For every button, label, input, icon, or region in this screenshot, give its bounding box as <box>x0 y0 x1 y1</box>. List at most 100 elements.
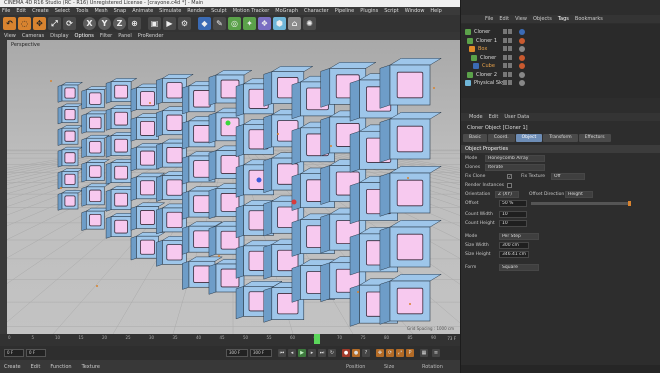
object-tag-icon[interactable] <box>519 80 525 86</box>
start-frame-field[interactable]: 0 F <box>4 349 24 357</box>
tab-basic[interactable]: Basic <box>463 134 487 142</box>
object-tag-icon[interactable] <box>519 37 525 44</box>
count-height-field[interactable]: 10 <box>499 220 527 227</box>
object-menu-edit[interactable]: Edit <box>499 16 509 22</box>
fix-texture-dropdown[interactable]: Off <box>551 173 585 180</box>
menu-item-file[interactable]: File <box>2 8 10 14</box>
playhead[interactable] <box>314 334 320 344</box>
render-view-icon[interactable]: ▣ <box>148 17 161 30</box>
object-row[interactable]: Physical Sky <box>461 79 660 87</box>
tab-coord[interactable]: Coord. <box>487 134 515 142</box>
cube-icon[interactable]: ◆ <box>198 17 211 30</box>
object-menu-tags[interactable]: Tags <box>558 16 569 22</box>
scene-icon[interactable]: ⬢ <box>273 17 286 30</box>
menu-item-tools[interactable]: Tools <box>76 8 88 14</box>
perspective-viewport[interactable]: Perspective Grid Spacing : 1000 cm <box>7 40 460 334</box>
max-frame-field[interactable]: 300 F <box>250 349 272 357</box>
viewport-menu-cameras[interactable]: Cameras <box>22 33 44 39</box>
visibility-flags[interactable] <box>503 63 515 69</box>
object-row[interactable]: Cloner <box>461 54 660 62</box>
menu-item-create[interactable]: Create <box>32 8 49 14</box>
object-name[interactable]: Cloner <box>480 54 496 62</box>
menu-item-render[interactable]: Render <box>187 8 205 14</box>
object-row[interactable]: Cloner <box>461 28 660 36</box>
offset-slider[interactable] <box>531 201 631 206</box>
record-icon[interactable]: ● <box>342 349 350 357</box>
array-icon[interactable]: ✦ <box>243 17 256 30</box>
viewport-menu-display[interactable]: Display <box>50 33 68 39</box>
viewport-menu-filter[interactable]: Filter <box>100 33 112 39</box>
object-row[interactable]: Box <box>461 45 660 53</box>
object-tag-icon[interactable] <box>519 63 525 69</box>
render-instances-checkbox[interactable] <box>507 183 512 188</box>
menu-item-character[interactable]: Character <box>304 8 329 14</box>
coordinate-system-icon[interactable]: ⊕ <box>128 17 141 30</box>
material-menu-edit[interactable]: Edit <box>31 364 41 370</box>
key-scale-icon[interactable]: ⤢ <box>396 349 404 357</box>
timeline-ruler[interactable]: 051015202530354045505560657075808590 73 … <box>0 334 460 346</box>
menu-item-window[interactable]: Window <box>405 8 425 14</box>
rotate-icon[interactable]: ⟳ <box>63 17 76 30</box>
y-axis-icon[interactable]: Y <box>98 17 111 30</box>
form-dropdown[interactable]: Square <box>499 264 539 271</box>
visibility-flags[interactable] <box>503 37 515 44</box>
object-tag-icon[interactable] <box>519 46 525 52</box>
attribute-menu-user-data[interactable]: User Data <box>504 114 529 120</box>
scale-icon[interactable]: ⤢ <box>48 17 61 30</box>
key-position-icon[interactable]: ✥ <box>376 349 384 357</box>
material-menu-texture[interactable]: Texture <box>82 364 100 370</box>
offset-field[interactable]: 50 % <box>499 200 527 207</box>
count-width-field[interactable]: 10 <box>499 211 527 218</box>
menu-item-script[interactable]: Script <box>384 8 399 14</box>
viewport-menu-prorender[interactable]: ProRender <box>138 33 164 39</box>
autokey-icon[interactable]: ● <box>352 349 360 357</box>
orientation-dropdown[interactable]: Z (XY) <box>495 191 519 198</box>
object-name[interactable]: Physical Sky <box>474 79 505 87</box>
form-mode-dropdown[interactable]: Per Step <box>499 233 539 240</box>
menu-item-mesh[interactable]: Mesh <box>94 8 107 14</box>
visibility-flags[interactable] <box>503 71 515 78</box>
menu-item-mograph[interactable]: MoGraph <box>275 8 298 14</box>
viewport-canvas[interactable] <box>7 40 460 334</box>
material-menu-function[interactable]: Function <box>50 364 71 370</box>
move-icon[interactable]: ✥ <box>33 17 46 30</box>
mode-dropdown[interactable]: Honeycomb Array <box>485 155 545 162</box>
end-frame-field[interactable]: 300 F <box>226 349 248 357</box>
attribute-menu-mode[interactable]: Mode <box>469 114 483 120</box>
previous-key-icon[interactable]: ◂ <box>288 349 296 357</box>
offset-direction-dropdown[interactable]: Height <box>565 191 593 198</box>
object-tag-icon[interactable] <box>519 29 525 35</box>
loop-icon[interactable]: ↻ <box>328 349 336 357</box>
tab-object[interactable]: Object <box>515 134 543 142</box>
object-tag-icon[interactable] <box>519 71 525 78</box>
clones-dropdown[interactable]: Iterate <box>485 164 545 171</box>
light-icon[interactable]: ✺ <box>303 17 316 30</box>
visibility-flags[interactable] <box>503 54 515 61</box>
menu-item-pipeline[interactable]: Pipeline <box>335 8 355 14</box>
next-key-icon[interactable]: ▸ <box>308 349 316 357</box>
object-name[interactable]: Cloner <box>474 28 490 36</box>
object-menu-view[interactable]: View <box>515 16 527 22</box>
size-width-field[interactable]: 300 cm <box>499 242 529 249</box>
material-menu-create[interactable]: Create <box>4 364 21 370</box>
object-row[interactable]: Cloner 2 <box>461 71 660 79</box>
go-to-start-icon[interactable]: ⏮ <box>278 349 286 357</box>
menu-item-sculpt[interactable]: Sculpt <box>211 8 227 14</box>
object-row[interactable]: Cube <box>461 62 660 70</box>
keyframe-selection-icon[interactable]: ? <box>362 349 370 357</box>
object-name[interactable]: Cloner 2 <box>476 71 497 79</box>
object-menu-objects[interactable]: Objects <box>533 16 552 22</box>
visibility-flags[interactable] <box>503 29 515 35</box>
visibility-flags[interactable] <box>503 46 515 52</box>
object-name[interactable]: Cloner 1 <box>476 37 497 45</box>
menu-item-select[interactable]: Select <box>55 8 70 14</box>
object-tag-icon[interactable] <box>519 54 525 61</box>
viewport-menu-options[interactable]: Options <box>75 33 94 39</box>
tab-transform[interactable]: Transform <box>543 134 578 142</box>
undo-icon[interactable]: ↶ <box>3 17 16 30</box>
object-name[interactable]: Cube <box>482 62 495 70</box>
object-menu-file[interactable]: File <box>485 16 493 22</box>
current-frame-field[interactable]: 0 F <box>26 349 46 357</box>
menu-item-edit[interactable]: Edit <box>16 8 26 14</box>
subdivision-icon[interactable]: ◎ <box>228 17 241 30</box>
